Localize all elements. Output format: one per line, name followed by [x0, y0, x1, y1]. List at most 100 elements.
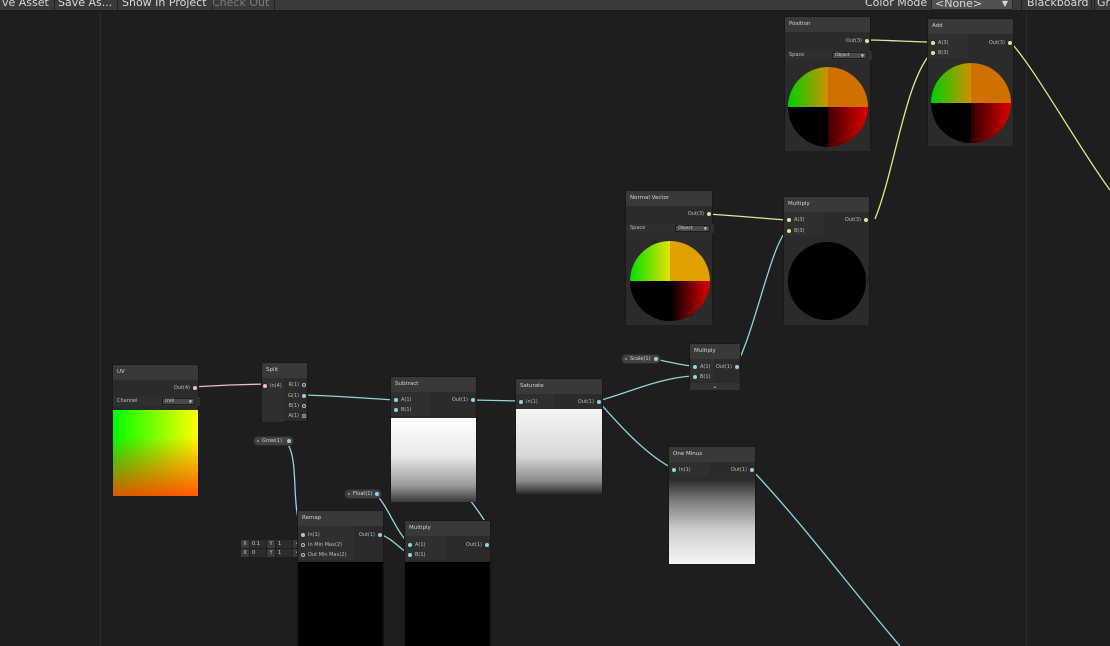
blackboard-button[interactable]: Blackboard — [1021, 0, 1095, 10]
remap-out-minmax-field[interactable]: X0Y1• — [241, 549, 301, 557]
port-dot-icon — [263, 384, 267, 388]
canvas-gridline — [1026, 12, 1027, 646]
remap-node[interactable]: Remap In(1) In Min Max(2) Out Min Max(2)… — [297, 510, 384, 646]
port-dot-icon — [301, 553, 305, 557]
canvas-gridline — [100, 12, 101, 646]
multiply-normal-b-port[interactable]: B(3) — [786, 227, 805, 235]
out-max-input[interactable]: 1 — [276, 549, 292, 557]
multiply-bottom-out-port[interactable]: Out(1) — [466, 541, 490, 549]
add-node[interactable]: Add A(3) B(3) Out(3) — [927, 18, 1014, 146]
scale-property[interactable]: Scale(1) — [621, 354, 661, 364]
remap-in-minmax-field[interactable]: X0.1Y1• — [241, 540, 301, 548]
space-dropdown[interactable]: Object ▼ — [832, 52, 867, 59]
port-dot-icon — [375, 492, 379, 496]
remap-in-port[interactable]: In(1) — [300, 531, 320, 539]
grow-property[interactable]: Grow(1) — [253, 436, 294, 446]
port-dot-icon — [735, 365, 739, 369]
port-dot-icon — [750, 468, 754, 472]
save-as-button[interactable]: Save As... — [53, 0, 119, 10]
color-mode-dropdown[interactable]: <None> ▼ — [931, 0, 1013, 10]
sphere-preview — [788, 67, 868, 147]
subtract-preview — [391, 418, 476, 502]
dropdown-arrow-icon: ▼ — [1001, 0, 1008, 8]
saturate-in-port[interactable]: In(1) — [518, 398, 538, 406]
split-r-port[interactable]: R(1) — [288, 381, 307, 389]
node-title: Subtract — [391, 377, 476, 392]
multiply-b-port[interactable]: B(1) — [692, 373, 711, 381]
port-dot-icon — [302, 404, 306, 408]
remap-in-minmax-port[interactable]: In Min Max(2) — [300, 541, 342, 549]
node-title: One Minus — [669, 447, 755, 462]
color-mode-label: Color Mode — [865, 0, 928, 9]
split-a-port[interactable]: A(1) — [288, 412, 307, 420]
normal-vector-preview — [626, 236, 712, 325]
multiply-bottom-b-port[interactable]: B(1) — [407, 551, 426, 559]
port-dot-icon — [408, 553, 412, 557]
multiply-node-normal[interactable]: Multiply A(3) B(3) Out(3) — [783, 196, 870, 325]
subtract-node[interactable]: Subtract A(1) B(1) Out(1) — [390, 376, 477, 502]
check-out-button[interactable]: Check Out — [207, 0, 276, 10]
normal-vector-out-port[interactable]: Out(3) — [688, 210, 712, 218]
port-dot-icon — [693, 375, 697, 379]
save-asset-button[interactable]: ve Asset — [0, 0, 55, 10]
uv-node[interactable]: UV Out(4) Channel UV0 ▼ — [112, 364, 200, 496]
port-dot-icon — [301, 533, 305, 537]
position-out-port[interactable]: Out(3) — [846, 37, 870, 45]
channel-dropdown[interactable]: UV0 ▼ — [162, 398, 195, 405]
saturate-out-port[interactable]: Out(1) — [578, 398, 602, 406]
node-title: Remap — [298, 511, 383, 526]
space-dropdown[interactable]: Object ▼ — [675, 225, 710, 232]
uv-out-port[interactable]: Out(4) — [174, 384, 198, 392]
position-node[interactable]: Position Out(3) Space Object ▼ — [784, 16, 872, 151]
split-node[interactable]: Split In(4) R(1) G(1) B(1) A(1) — [261, 362, 308, 422]
one-minus-out-port[interactable]: Out(1) — [731, 466, 755, 474]
subtract-a-port[interactable]: A(1) — [393, 396, 412, 404]
out-min-input[interactable]: 0 — [250, 549, 266, 557]
uv-preview — [113, 410, 198, 496]
port-dot-icon — [787, 229, 791, 233]
in-min-input[interactable]: 0.1 — [250, 540, 266, 548]
port-dot-icon — [193, 386, 197, 390]
node-title: Position — [785, 17, 870, 32]
multiply-node-bottom[interactable]: Multiply A(1) B(1) Out(1) — [404, 520, 491, 646]
node-title: Normal Vector — [626, 191, 712, 206]
split-g-port[interactable]: G(1) — [288, 392, 307, 400]
sphere-preview — [788, 242, 866, 320]
expand-preview-button[interactable]: ⌄ — [690, 383, 740, 390]
port-dot-icon — [302, 394, 306, 398]
multiply-out-port[interactable]: Out(1) — [716, 363, 740, 371]
remap-out-port[interactable]: Out(1) — [359, 531, 383, 539]
add-out-port[interactable]: Out(3) — [989, 39, 1013, 47]
multiply-normal-a-port[interactable]: A(3) — [786, 216, 805, 224]
multiply-a-port[interactable]: A(1) — [692, 363, 711, 371]
port-dot-icon — [693, 365, 697, 369]
saturate-node[interactable]: Saturate In(1) Out(1) — [515, 378, 603, 494]
multiply-bottom-a-port[interactable]: A(1) — [407, 541, 426, 549]
property-dot-icon — [257, 440, 259, 442]
split-b-port[interactable]: B(1) — [288, 402, 307, 410]
multiply-node-scale[interactable]: Multiply A(1) B(1) Out(1) ⌄ — [689, 343, 741, 390]
saturate-preview — [516, 409, 602, 494]
one-minus-node[interactable]: One Minus In(1) Out(1) — [668, 446, 756, 564]
port-dot-icon — [287, 439, 291, 443]
toolbar: ve Asset Save As... Show In Project Chec… — [0, 0, 1110, 11]
split-in-port[interactable]: In(4) — [262, 382, 282, 390]
one-minus-in-port[interactable]: In(1) — [671, 466, 691, 474]
add-a-port[interactable]: A(3) — [930, 39, 949, 47]
multiply-normal-out-port[interactable]: Out(3) — [845, 216, 869, 224]
port-dot-icon — [931, 51, 935, 55]
subtract-out-port[interactable]: Out(1) — [452, 396, 476, 404]
add-b-port[interactable]: B(3) — [930, 49, 949, 57]
in-max-input[interactable]: 1 — [276, 540, 292, 548]
port-dot-icon — [654, 357, 658, 361]
float-property[interactable]: Float(1) — [344, 489, 382, 499]
normal-vector-node[interactable]: Normal Vector Out(3) Space Object ▼ — [625, 190, 714, 325]
remap-out-minmax-port[interactable]: Out Min Max(2) — [300, 551, 347, 559]
graph-inspector-button[interactable]: Gr — [1091, 0, 1110, 10]
port-dot-icon — [787, 218, 791, 222]
node-title: Multiply — [690, 344, 740, 359]
show-in-project-button[interactable]: Show In Project — [117, 0, 213, 10]
position-preview — [785, 62, 870, 151]
subtract-b-port[interactable]: B(1) — [393, 406, 412, 414]
add-preview — [928, 59, 1013, 146]
